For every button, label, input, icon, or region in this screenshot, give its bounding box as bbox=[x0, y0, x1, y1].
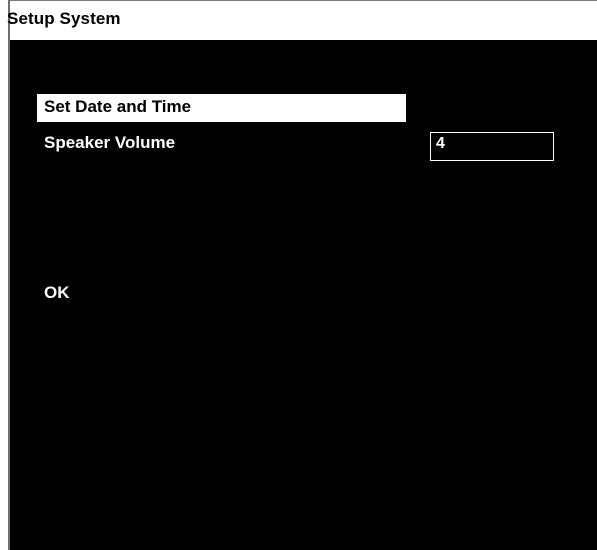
window-title: Setup System bbox=[7, 9, 121, 28]
menu-item-set-date-and-time[interactable]: Set Date and Time bbox=[37, 94, 406, 122]
setup-system-window: Setup System Set Date and Time Speaker V… bbox=[0, 0, 597, 550]
window-left-border bbox=[8, 0, 10, 550]
ok-button[interactable]: OK bbox=[44, 283, 70, 303]
title-bar: Setup System bbox=[7, 0, 597, 41]
speaker-volume-field[interactable]: 4 bbox=[430, 132, 554, 161]
menu-item-speaker-volume[interactable]: Speaker Volume bbox=[44, 133, 175, 153]
